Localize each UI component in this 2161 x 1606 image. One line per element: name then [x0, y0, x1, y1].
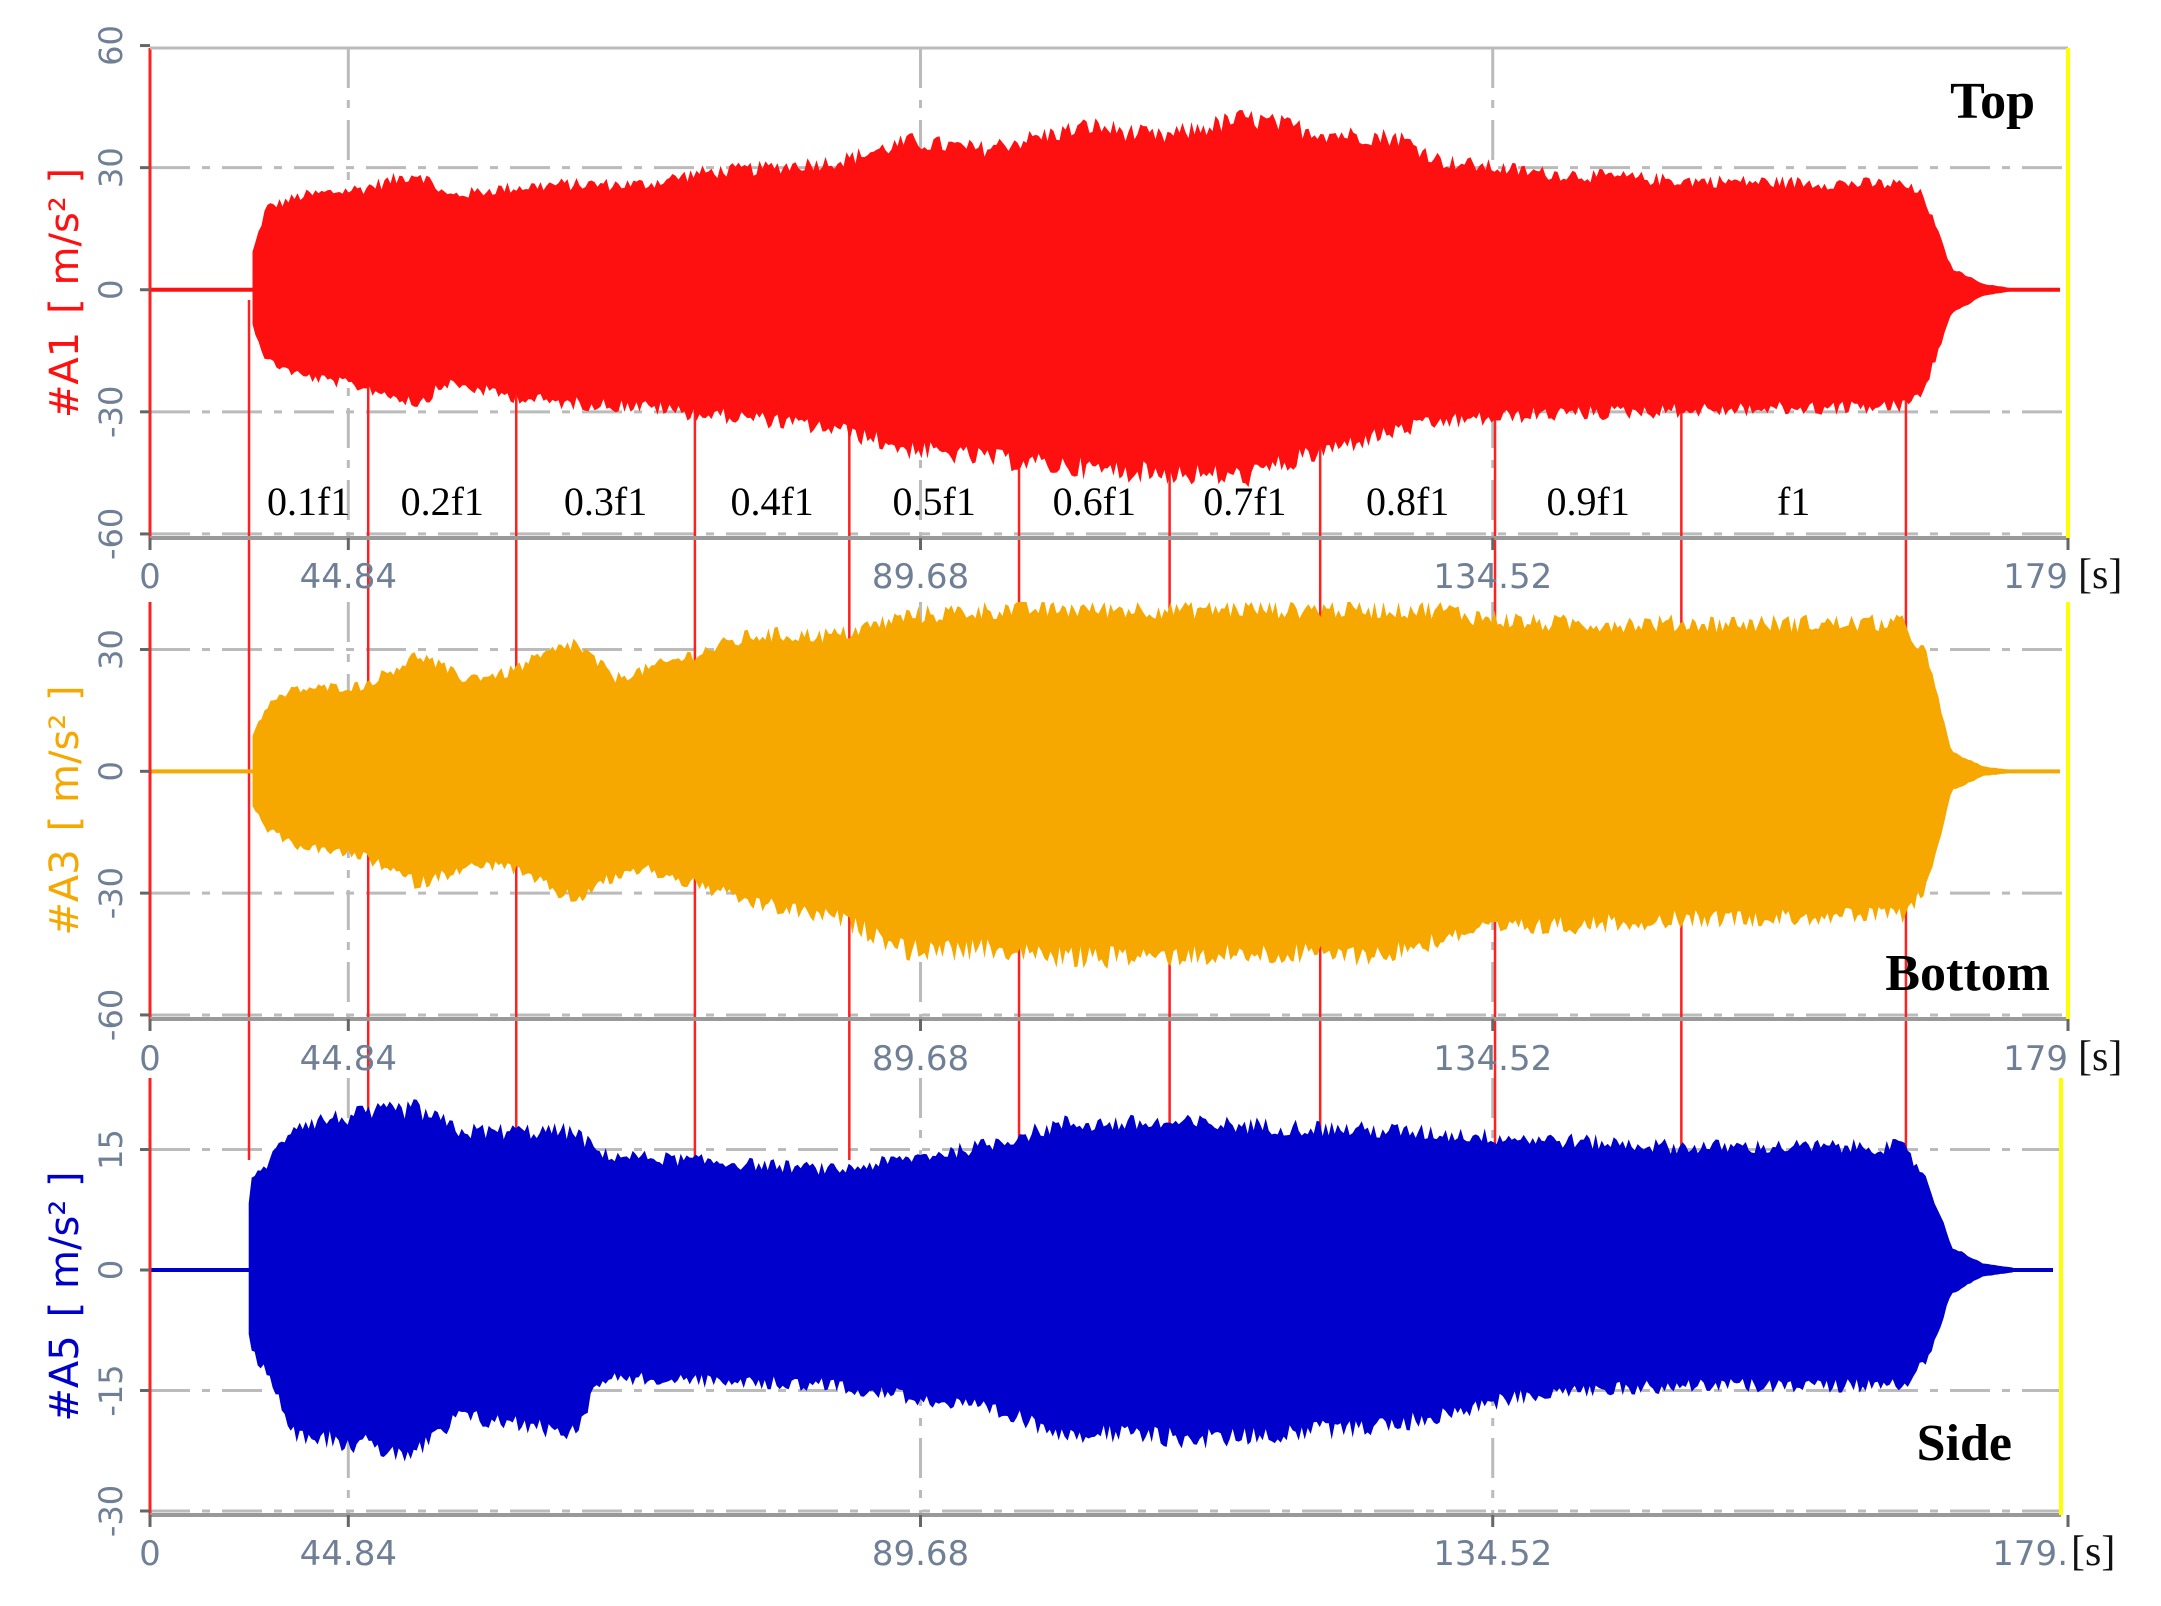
channel-unit: [ m/s² ]	[42, 685, 88, 831]
x-tick-label: 179	[2003, 557, 2068, 597]
position-label: Top	[1950, 73, 2035, 130]
x-tick-label: 179.	[1992, 1534, 2068, 1574]
channel-name: #A5	[42, 1335, 88, 1421]
x-axis-unit: [s]	[2078, 552, 2122, 598]
frequency-label: 0.3f1	[564, 479, 647, 524]
y-tick-label: 30	[92, 147, 130, 188]
x-tick-label: 0	[139, 1039, 161, 1079]
y-axis-label: #A5 [ m/s² ]	[42, 1171, 88, 1421]
x-tick-label: 134.52	[1433, 1039, 1552, 1079]
y-axis-label: #A3 [ m/s² ]	[42, 685, 88, 935]
y-tick-label: -15	[92, 1364, 130, 1416]
y-tick-label: -30	[92, 867, 130, 919]
x-tick-label: 89.68	[872, 1534, 969, 1574]
channel-unit: [ m/s² ]	[42, 1171, 88, 1317]
position-label: Side	[1917, 1415, 2012, 1472]
frequency-label: 0.4f1	[730, 479, 813, 524]
frequency-label: 0.8f1	[1366, 479, 1449, 524]
x-tick-label: 44.84	[300, 557, 397, 597]
frequency-label: 0.1f1	[267, 479, 350, 524]
frequency-label: f1	[1777, 479, 1810, 524]
vibration-chart: -60-30030600 44.84 89.68 134.52 179 [s]#A1[ m…	[42, 25, 2122, 1575]
y-tick-label: 30	[92, 629, 130, 670]
x-tick-label: 179	[2003, 1039, 2068, 1079]
frequency-label: 0.6f1	[1053, 479, 1136, 524]
x-tick-label: 44.84	[300, 1039, 397, 1079]
x-tick-label: 0	[139, 1534, 161, 1574]
x-tick-label: 44.84	[300, 1534, 397, 1574]
signal-layer	[150, 110, 2060, 1462]
y-tick-label: 15	[92, 1129, 130, 1170]
x-tick-label: 0	[139, 557, 161, 597]
y-tick-label: 0	[92, 280, 130, 300]
y-tick-label: -30	[92, 386, 130, 438]
frequency-label: 0.7f1	[1203, 479, 1286, 524]
signal-fill-A5	[248, 1099, 2013, 1462]
channel-unit: [ m/s² ]	[42, 168, 88, 314]
channel-name: #A1	[42, 332, 88, 418]
x-tick-label: 89.68	[872, 557, 969, 597]
x-tick-label: 89.68	[872, 1039, 969, 1079]
x-tick-label: 134.52	[1433, 1534, 1552, 1574]
y-tick-label: -60	[92, 989, 130, 1041]
frequency-label: 0.9f1	[1547, 479, 1630, 524]
y-tick-label: 0	[92, 1260, 130, 1280]
x-tick-label: 134.52	[1433, 557, 1552, 597]
frequency-label: 0.5f1	[893, 479, 976, 524]
x-axis-unit: [s]	[2078, 1034, 2122, 1080]
channel-name: #A3	[42, 849, 88, 935]
y-axis-label: #A1 [ m/s² ]	[42, 168, 88, 418]
y-tick-label: 60	[92, 25, 130, 66]
position-label: Bottom	[1885, 945, 2050, 1002]
y-tick-label: 0	[92, 761, 130, 781]
y-tick-label: -60	[92, 508, 130, 560]
y-tick-label: -30	[92, 1485, 130, 1537]
x-axis-unit: [s]	[2071, 1529, 2115, 1575]
frequency-label: 0.2f1	[401, 479, 484, 524]
